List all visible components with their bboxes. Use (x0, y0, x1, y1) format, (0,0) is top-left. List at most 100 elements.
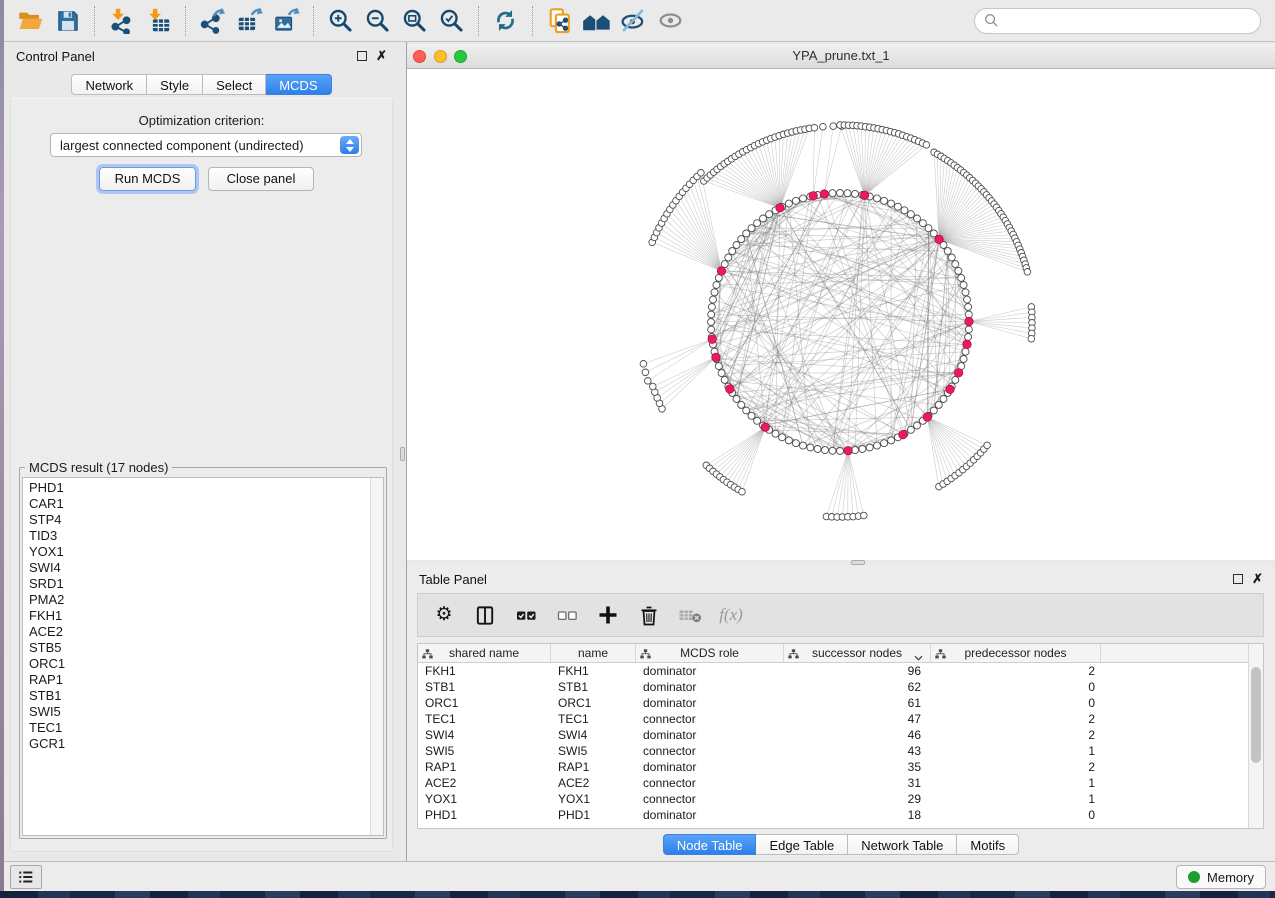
cell-predecessors: 1 (931, 744, 1101, 758)
float-panel-icon[interactable] (357, 51, 367, 61)
cell-successors: 35 (784, 760, 931, 774)
show-panels-button[interactable] (10, 865, 42, 889)
criterion-select[interactable]: largest connected component (undirected) (50, 133, 362, 157)
close-panel-button[interactable]: Close panel (208, 167, 314, 191)
cell-name: ACE2 (551, 776, 636, 790)
export-table-button[interactable] (231, 3, 268, 39)
mcds-result-item[interactable]: RAP1 (23, 672, 383, 688)
table-tab-network-table[interactable]: Network Table (848, 834, 957, 855)
table-row[interactable]: STB1STB1dominator620 (418, 679, 1263, 695)
table-row[interactable]: RAP1RAP1dominator352 (418, 759, 1263, 775)
mcds-result-item[interactable]: ACE2 (23, 624, 383, 640)
mcds-result-item[interactable]: SRD1 (23, 576, 383, 592)
mcds-result-item[interactable]: GCR1 (23, 736, 383, 752)
first-neighbors-button[interactable] (578, 3, 615, 39)
table-row[interactable]: FKH1FKH1dominator962 (418, 663, 1263, 679)
close-panel-icon[interactable]: ✗ (1252, 574, 1263, 584)
table-row[interactable]: TEC1TEC1connector472 (418, 711, 1263, 727)
table-row[interactable]: ACE2ACE2connector311 (418, 775, 1263, 791)
network-graph[interactable] (407, 69, 1275, 560)
mcds-result-item[interactable]: SWI5 (23, 704, 383, 720)
search-input[interactable] (999, 11, 1251, 31)
table-row[interactable]: ORC1ORC1dominator610 (418, 695, 1263, 711)
export-image-button[interactable] (268, 3, 305, 39)
cell-role: connector (636, 712, 784, 726)
table-row[interactable]: YOX1YOX1connector291 (418, 791, 1263, 807)
cell-successors: 96 (784, 664, 931, 678)
export-network-button[interactable] (194, 3, 231, 39)
select-all-button[interactable] (513, 600, 539, 630)
zoom-selected-icon (438, 7, 465, 34)
table-tab-edge-table[interactable]: Edge Table (756, 834, 848, 855)
cell-predecessors: 2 (931, 664, 1101, 678)
mcds-result-item[interactable]: TID3 (23, 528, 383, 544)
create-column-button[interactable] (595, 600, 621, 630)
network-window-titlebar[interactable]: YPA_prune.txt_1 (407, 44, 1275, 69)
search-box[interactable] (974, 8, 1261, 34)
splitter-grip[interactable] (400, 447, 405, 461)
hide-selected-button[interactable] (615, 3, 652, 39)
show-columns-button[interactable] (472, 600, 498, 630)
table-row[interactable]: SWI4SWI4dominator462 (418, 727, 1263, 743)
mcds-result-list[interactable]: PHD1CAR1STP4TID3YOX1SWI4SRD1PMA2FKH1ACE2… (22, 477, 384, 836)
vertical-splitter[interactable] (399, 42, 407, 861)
control-panel-title: Control Panel (16, 49, 95, 64)
import-network-icon (108, 7, 135, 34)
float-panel-icon[interactable] (1233, 574, 1243, 584)
zoom-fit-button[interactable] (396, 3, 433, 39)
save-button[interactable] (49, 3, 86, 39)
refresh-button[interactable] (487, 3, 524, 39)
network-canvas[interactable] (407, 69, 1275, 560)
column-header-name[interactable]: name (551, 644, 636, 662)
mcds-list-scrollbar[interactable] (370, 478, 383, 835)
mcds-result-item[interactable]: CAR1 (23, 496, 383, 512)
import-network-button[interactable] (103, 3, 140, 39)
mcds-result-item[interactable]: YOX1 (23, 544, 383, 560)
mcds-result-item[interactable]: PMA2 (23, 592, 383, 608)
zoom-fit-icon (401, 7, 428, 34)
cell-name: YOX1 (551, 792, 636, 806)
table-tab-node-table[interactable]: Node Table (663, 834, 757, 855)
open-button[interactable] (12, 3, 49, 39)
import-table-button[interactable] (140, 3, 177, 39)
deselect-all-button[interactable] (554, 600, 580, 630)
column-header-successor-nodes[interactable]: successor nodes (784, 644, 931, 662)
column-header-mcds-role[interactable]: MCDS role (636, 644, 784, 662)
mcds-result-item[interactable]: STB1 (23, 688, 383, 704)
open-folder-icon (17, 7, 44, 34)
zoom-out-button[interactable] (359, 3, 396, 39)
delete-column-button[interactable] (636, 600, 662, 630)
criterion-value: largest connected component (undirected) (60, 138, 304, 153)
mcds-result-item[interactable]: ORC1 (23, 656, 383, 672)
table-settings-button[interactable]: ⚙ (431, 600, 457, 630)
memory-button[interactable]: Memory (1176, 865, 1266, 889)
zoom-in-button[interactable] (322, 3, 359, 39)
tab-mcds[interactable]: MCDS (266, 74, 331, 95)
column-header-predecessor-nodes[interactable]: predecessor nodes (931, 644, 1101, 662)
sort-desc-icon (914, 655, 923, 661)
table-row[interactable]: SWI5SWI5connector431 (418, 743, 1263, 759)
table-tab-motifs[interactable]: Motifs (957, 834, 1019, 855)
cell-predecessors: 0 (931, 696, 1101, 710)
tab-select[interactable]: Select (203, 74, 266, 95)
zoom-selected-button[interactable] (433, 3, 470, 39)
cell-shared_name: FKH1 (418, 664, 551, 678)
mcds-result-item[interactable]: FKH1 (23, 608, 383, 624)
function-builder-button[interactable]: f(x) (718, 600, 744, 630)
delete-table-button[interactable] (677, 600, 703, 630)
run-mcds-button[interactable]: Run MCDS (99, 167, 196, 191)
column-header-shared-name[interactable]: shared name (418, 644, 551, 662)
mcds-result-item[interactable]: SWI4 (23, 560, 383, 576)
mcds-result-item[interactable]: PHD1 (23, 480, 383, 496)
mcds-result-item[interactable]: STP4 (23, 512, 383, 528)
table-scrollbar[interactable] (1248, 644, 1263, 828)
mcds-result-item[interactable]: TEC1 (23, 720, 383, 736)
mcds-result-item[interactable]: STB5 (23, 640, 383, 656)
table-scrollbar-thumb[interactable] (1251, 667, 1261, 763)
table-row[interactable]: PHD1PHD1dominator180 (418, 807, 1263, 823)
tab-network[interactable]: Network (71, 74, 147, 95)
tab-style[interactable]: Style (147, 74, 203, 95)
duplicate-network-button[interactable] (541, 3, 578, 39)
show-all-button[interactable] (652, 3, 689, 39)
close-panel-icon[interactable]: ✗ (376, 51, 387, 61)
